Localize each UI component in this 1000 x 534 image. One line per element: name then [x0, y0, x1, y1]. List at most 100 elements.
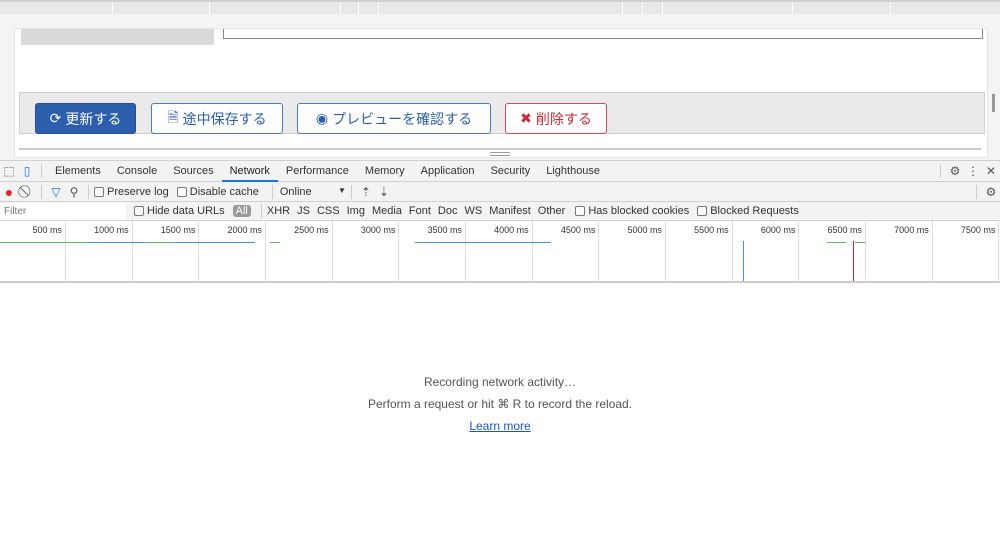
empty-state: Recording network activity… Perform a re…: [0, 375, 1000, 433]
network-overview-timeline[interactable]: 500 ms 1000 ms 1500 ms 2000 ms 2500 ms 3000 m…: [0, 221, 1000, 283]
hide-data-urls-checkbox[interactable]: Hide data URLs: [134, 205, 225, 217]
tab-network[interactable]: Network: [221, 161, 278, 182]
network-toolbar: ● ⃠ ▽ ⚲ Preserve log Disable cache Onlin…: [0, 182, 1000, 202]
devtools-tabbar: ⬚ ▯ Elements Console Sources Network Perform…: [0, 160, 1000, 182]
tab-memory[interactable]: Memory: [357, 161, 413, 182]
separator: [260, 204, 262, 218]
timeline-gridline: [865, 221, 867, 281]
search-icon[interactable]: ⚲: [65, 183, 83, 201]
delete-button[interactable]: ✖ 削除する: [505, 103, 607, 134]
import-har-icon[interactable]: ⇡: [357, 183, 375, 201]
timeline-gridline: [265, 221, 266, 281]
timeline-gridline: [198, 221, 200, 281]
refresh-icon: ⟳: [49, 110, 62, 126]
more-menu-icon[interactable]: ⋮: [964, 162, 982, 180]
textarea-field[interactable]: [223, 29, 983, 39]
filter-bar: Hide data URLs All XHR JS CSS Img Media Font Do…: [0, 202, 1000, 221]
page-area: ⟳ 更新する 🗎 途中保存する ◉ プレビューを確認する ✖ 削除する: [0, 14, 1000, 160]
tab-elements[interactable]: Elements: [47, 161, 109, 182]
save-draft-button[interactable]: 🗎 途中保存する: [151, 103, 283, 134]
filter-type-manifest[interactable]: Manifest: [489, 205, 531, 217]
filter-icon[interactable]: ▽: [47, 183, 65, 201]
has-blocked-cookies-checkbox[interactable]: Has blocked cookies: [575, 205, 689, 217]
filter-type-other[interactable]: Other: [538, 205, 566, 217]
timeline-marker-line: [853, 241, 854, 281]
timeline-gridline: [665, 221, 667, 281]
scrollbar[interactable]: [992, 94, 995, 112]
timeline-marker-line: [743, 241, 744, 281]
tab-performance[interactable]: Performance: [278, 161, 357, 182]
filter-type-css[interactable]: CSS: [317, 205, 340, 217]
dropdown-arrow-icon: ▼: [337, 185, 346, 195]
timeline-tick-label: 4000 ms: [494, 225, 529, 235]
timeline-gridline: [398, 221, 400, 281]
timeline-tick-label: 6500 ms: [827, 225, 863, 235]
filter-type-js[interactable]: JS: [297, 205, 310, 217]
request-bar: [145, 242, 175, 243]
separator: [940, 164, 941, 178]
throttle-select[interactable]: Online ▼: [280, 186, 346, 198]
action-bar: ⟳ 更新する 🗎 途中保存する ◉ プレビューを確認する ✖ 削除する: [19, 92, 985, 134]
document-icon: 🗎: [167, 108, 179, 125]
timeline-tick-label: 6000 ms: [760, 225, 796, 235]
record-icon[interactable]: ●: [0, 183, 18, 201]
timeline-gridline: [465, 221, 467, 281]
request-bar: [270, 242, 280, 243]
update-button[interactable]: ⟳ 更新する: [35, 103, 136, 134]
timeline-tick-label: 1500 ms: [160, 225, 196, 235]
devtools-resize-handle[interactable]: [490, 152, 510, 156]
divider: [19, 148, 981, 150]
device-toggle-icon[interactable]: ▯: [18, 162, 36, 180]
form-label-cell: [21, 29, 214, 45]
request-bar: [0, 242, 90, 243]
preserve-log-checkbox[interactable]: Preserve log: [94, 186, 169, 198]
request-bar: [175, 242, 255, 243]
separator: [271, 184, 273, 199]
clear-icon[interactable]: ⃠: [18, 183, 36, 201]
timeline-tick-label: 500 ms: [32, 225, 62, 235]
request-bar: [827, 242, 846, 243]
timeline-tick-label: 5500 ms: [694, 225, 729, 235]
reload-hint: Perform a request or hit ⌘ R to record t…: [367, 397, 633, 411]
tab-lighthouse[interactable]: Lighthouse: [538, 161, 608, 182]
timeline-gridline: [531, 221, 533, 281]
filter-type-font[interactable]: Font: [409, 205, 431, 217]
network-settings-icon[interactable]: ⚙: [982, 183, 1000, 201]
separator: [41, 184, 42, 199]
timeline-tick-label: 7000 ms: [894, 225, 929, 235]
timeline-gridline: [931, 221, 933, 281]
timeline-tick-label: 2000 ms: [227, 225, 262, 235]
inspect-icon[interactable]: ⬚: [0, 162, 18, 180]
timeline-gridline: [798, 221, 800, 281]
filter-type-ws[interactable]: WS: [464, 205, 482, 217]
filter-type-img[interactable]: Img: [347, 205, 365, 217]
timeline-tick-label: 7500 ms: [960, 225, 996, 235]
close-icon: ✖: [520, 110, 532, 126]
request-bar: [420, 242, 551, 243]
disable-cache-checkbox[interactable]: Disable cache: [176, 186, 259, 198]
request-bar: [855, 242, 865, 243]
preview-button[interactable]: ◉ プレビューを確認する: [297, 103, 491, 134]
close-devtools-icon[interactable]: ✕: [982, 162, 1000, 180]
tab-sources[interactable]: Sources: [165, 161, 221, 182]
export-har-icon[interactable]: ⇣: [375, 183, 393, 201]
filter-type-all[interactable]: All: [232, 205, 251, 217]
timeline-tick-label: 4500 ms: [560, 225, 596, 235]
timeline-tick-label: 2500 ms: [294, 225, 329, 235]
eye-icon: ◉: [315, 110, 329, 126]
recording-message: Recording network activity…: [423, 375, 577, 389]
filter-type-media[interactable]: Media: [372, 205, 402, 217]
tab-application[interactable]: Application: [413, 161, 483, 182]
learn-more-link[interactable]: Learn more: [469, 419, 530, 433]
tab-console[interactable]: Console: [109, 161, 165, 182]
tab-security[interactable]: Security: [482, 161, 538, 182]
form-card: ⟳ 更新する 🗎 途中保存する ◉ プレビューを確認する ✖ 削除する: [14, 28, 988, 158]
timeline-tick-label: 3500 ms: [427, 225, 463, 235]
filter-input[interactable]: [0, 202, 126, 220]
filter-type-xhr[interactable]: XHR: [267, 205, 290, 217]
blocked-requests-checkbox[interactable]: Blocked Requests: [697, 205, 799, 217]
devtools-panel: ⬚ ▯ Elements Console Sources Network Perform…: [0, 160, 1000, 534]
settings-gear-icon[interactable]: ⚙: [946, 162, 964, 180]
filter-type-doc[interactable]: Doc: [438, 205, 458, 217]
timeline-gridline: [598, 221, 600, 281]
